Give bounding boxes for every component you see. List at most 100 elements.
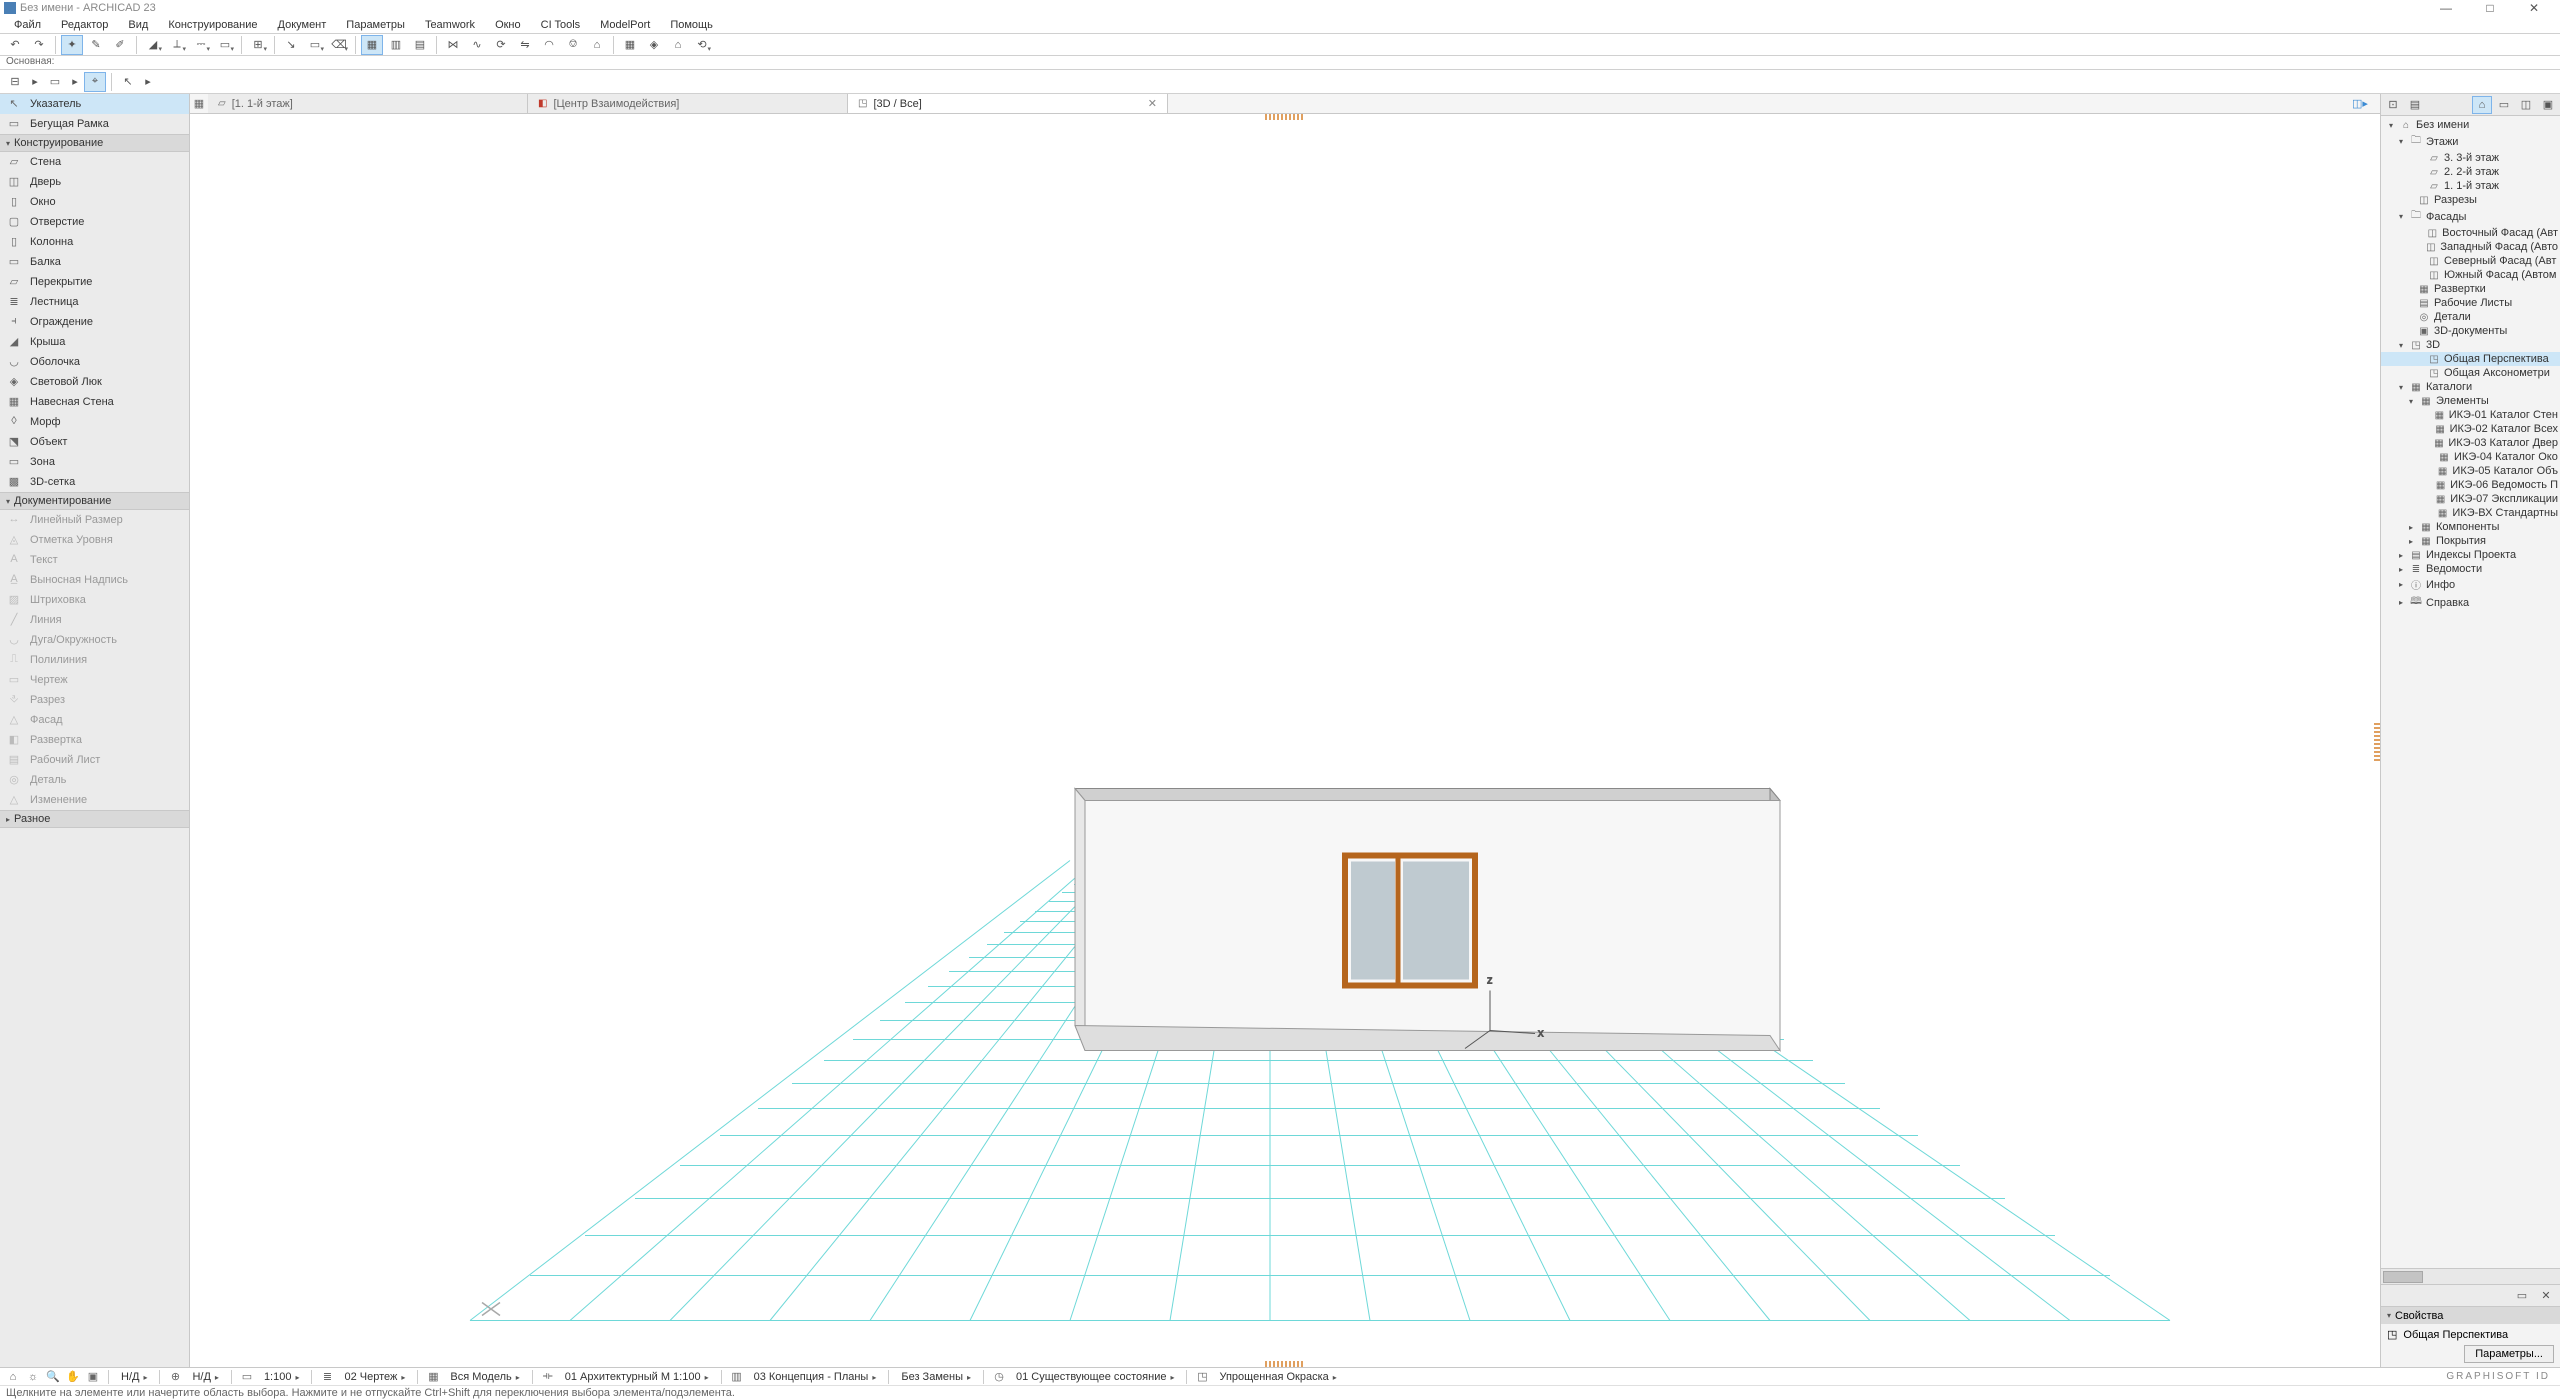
- qb-layer[interactable]: 02 Чертеж: [338, 1371, 411, 1383]
- menu-options[interactable]: Параметры: [336, 17, 415, 33]
- qb-coord1[interactable]: Н/Д: [115, 1371, 153, 1383]
- rotate-button[interactable]: ⟳: [490, 35, 512, 55]
- tool-section[interactable]: ⎀Разрез: [0, 690, 189, 710]
- section-more[interactable]: Разное: [0, 810, 189, 828]
- home-button[interactable]: ⌂: [586, 35, 608, 55]
- navigator-hscroll[interactable]: [2381, 1268, 2560, 1284]
- tool-railing[interactable]: ⫞Ограждение: [0, 312, 189, 332]
- tool-beam[interactable]: ▭Балка: [0, 252, 189, 272]
- tool-window[interactable]: ▯Окно: [0, 192, 189, 212]
- tool-skylight[interactable]: ◈Световой Люк: [0, 372, 189, 392]
- grid2-button[interactable]: ▦: [619, 35, 641, 55]
- splitter-top[interactable]: [1265, 114, 1305, 120]
- snap-button[interactable]: ⟂▾: [166, 35, 188, 55]
- splitter-bottom[interactable]: [1265, 1361, 1305, 1367]
- tool-line[interactable]: ╱Линия: [0, 610, 189, 630]
- tool-stair[interactable]: ≣Лестница: [0, 292, 189, 312]
- qb-concept-icon[interactable]: ▥: [728, 1370, 746, 1383]
- ib-4[interactable]: ▸: [68, 72, 82, 92]
- pick-button[interactable]: ✦: [61, 35, 83, 55]
- minimize-button[interactable]: —: [2424, 0, 2468, 16]
- grid-button[interactable]: ⊞▾: [247, 35, 269, 55]
- qb-replace[interactable]: Без Замены: [895, 1371, 977, 1383]
- tool-marquee[interactable]: ▭Бегущая Рамка: [0, 114, 189, 134]
- undo-button[interactable]: ↶: [4, 35, 26, 55]
- del-button[interactable]: ⌫▾: [328, 35, 350, 55]
- mirror-button[interactable]: ⇋: [514, 35, 536, 55]
- qb-render-icon[interactable]: ◳: [1193, 1370, 1211, 1383]
- ib-1[interactable]: ⊟: [4, 72, 26, 92]
- qb-zoom-icon[interactable]: 🔍: [44, 1370, 62, 1383]
- tab-3d[interactable]: ◳ [3D / Все] ✕: [848, 94, 1168, 113]
- viewport-3d[interactable]: z x: [190, 114, 2380, 1367]
- ib-arrow[interactable]: ↖: [117, 72, 139, 92]
- tool-roof[interactable]: ◢Крыша: [0, 332, 189, 352]
- tool-polyline[interactable]: ⎍Полилиния: [0, 650, 189, 670]
- ruler-button[interactable]: ↘: [280, 35, 302, 55]
- mode-a[interactable]: ▦: [361, 35, 383, 55]
- splitter-right[interactable]: [2374, 721, 2380, 761]
- qb-scale-icon[interactable]: ▭: [238, 1370, 256, 1383]
- menu-teamwork[interactable]: Teamwork: [415, 17, 485, 33]
- tab-floorplan[interactable]: ▱ [1. 1-й этаж]: [208, 94, 528, 113]
- section-design[interactable]: Конструирование: [0, 134, 189, 152]
- qb-model[interactable]: Вся Модель: [444, 1371, 525, 1383]
- mode-c[interactable]: ▤: [409, 35, 431, 55]
- house-button[interactable]: ⌂: [667, 35, 689, 55]
- arc-button[interactable]: ◠: [538, 35, 560, 55]
- menu-document[interactable]: Документ: [268, 17, 337, 33]
- qb-dim[interactable]: 01 Архитектурный M 1:100: [559, 1371, 715, 1383]
- qb-state[interactable]: 01 Существующее состояние: [1010, 1371, 1180, 1383]
- qb-pan-icon[interactable]: ⊕: [166, 1370, 184, 1383]
- tool-level[interactable]: ◬Отметка Уровня: [0, 530, 189, 550]
- tool-dimension[interactable]: ↔Линейный Размер: [0, 510, 189, 530]
- tool-arc[interactable]: ◡Дуга/Окружность: [0, 630, 189, 650]
- tab-interaction[interactable]: ◧ [Центр Взаимодействия]: [528, 94, 848, 113]
- qb-sun-icon[interactable]: ☼: [24, 1371, 42, 1383]
- section-document[interactable]: Документирование: [0, 492, 189, 510]
- scroll-thumb[interactable]: [2383, 1271, 2423, 1283]
- tool-object[interactable]: ⬔Объект: [0, 432, 189, 452]
- tool-text[interactable]: AТекст: [0, 550, 189, 570]
- tool-elevation[interactable]: △Фасад: [0, 710, 189, 730]
- nav-new-button[interactable]: ▭: [2512, 1287, 2532, 1305]
- align-button[interactable]: ⎓▾: [190, 35, 212, 55]
- adjust-button[interactable]: ⎊: [562, 35, 584, 55]
- brand-label[interactable]: GRAPHISOFT ID: [2446, 1371, 2556, 1382]
- nav-icon-1[interactable]: ⊡: [2383, 96, 2403, 114]
- qb-state-icon[interactable]: ◷: [990, 1370, 1008, 1383]
- tool-column[interactable]: ▯Колонна: [0, 232, 189, 252]
- guide-button[interactable]: ◢▾: [142, 35, 164, 55]
- nav-tab-project[interactable]: ⌂: [2472, 96, 2492, 114]
- curve-button[interactable]: ∿: [466, 35, 488, 55]
- menu-file[interactable]: Файл: [4, 17, 51, 33]
- tool-slab[interactable]: ▱Перекрытие: [0, 272, 189, 292]
- tool-door[interactable]: ◫Дверь: [0, 172, 189, 192]
- menu-modelport[interactable]: ModelPort: [590, 17, 660, 33]
- close-button[interactable]: ✕: [2512, 0, 2556, 16]
- qb-concept[interactable]: 03 Концепция - Планы: [748, 1371, 883, 1383]
- tool-mesh[interactable]: ▩3D-сетка: [0, 472, 189, 492]
- tool-shell[interactable]: ◡Оболочка: [0, 352, 189, 372]
- qb-render[interactable]: Упрощенная Окраска: [1213, 1371, 1342, 1383]
- mode-b[interactable]: ▥: [385, 35, 407, 55]
- tag-button[interactable]: ◈: [643, 35, 665, 55]
- offset-button[interactable]: ▭▾: [214, 35, 236, 55]
- tab-nav-grid[interactable]: ▦: [190, 94, 208, 113]
- menu-window[interactable]: Окно: [485, 17, 531, 33]
- menu-view[interactable]: Вид: [118, 17, 158, 33]
- qb-scale[interactable]: 1:100: [258, 1371, 306, 1383]
- qb-dim-icon[interactable]: ⟛: [539, 1370, 557, 1383]
- tool-pointer[interactable]: ↖Указатель: [0, 94, 189, 114]
- menu-design[interactable]: Конструирование: [158, 17, 267, 33]
- redo-button[interactable]: ↷: [28, 35, 50, 55]
- tool-zone[interactable]: ▭Зона: [0, 452, 189, 472]
- tab-nav-right[interactable]: ◫▸: [2340, 94, 2380, 113]
- dropper-button[interactable]: ✎: [85, 35, 107, 55]
- measure-button[interactable]: ⋈: [442, 35, 464, 55]
- tool-detail[interactable]: ◎Деталь: [0, 770, 189, 790]
- qb-layer-icon[interactable]: ≣: [318, 1370, 336, 1383]
- qb-coord2[interactable]: Н/Д: [186, 1371, 224, 1383]
- qb-hand-icon[interactable]: ✋: [64, 1370, 82, 1383]
- tool-fill[interactable]: ▨Штриховка: [0, 590, 189, 610]
